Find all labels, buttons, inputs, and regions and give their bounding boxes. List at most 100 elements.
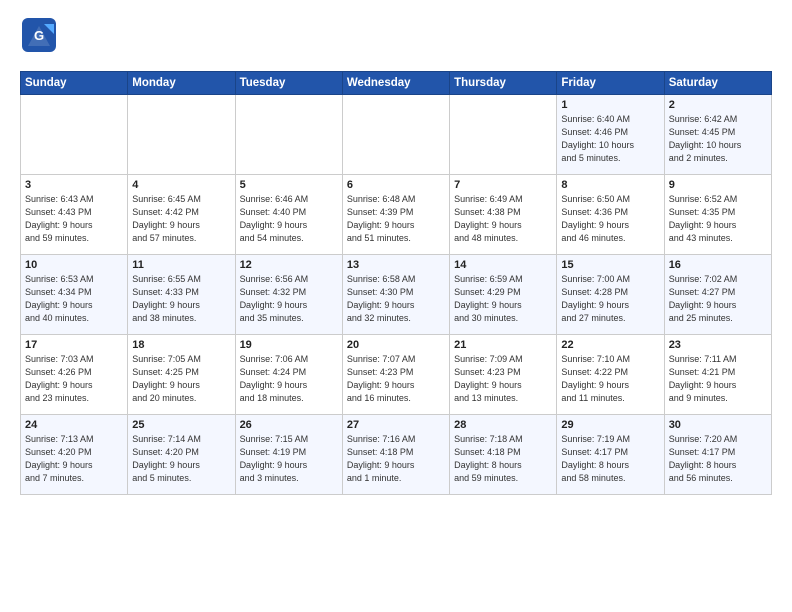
day-number: 13: [347, 259, 445, 271]
calendar-week-5: 24 Sunrise: 7:13 AM Sunset: 4:20 PM Dayli…: [21, 415, 772, 495]
day-header-tuesday: Tuesday: [235, 72, 342, 95]
calendar-cell: 4 Sunrise: 6:45 AM Sunset: 4:42 PM Daylig…: [128, 175, 235, 255]
day-number: 12: [240, 259, 338, 271]
calendar-week-1: 1 Sunrise: 6:40 AM Sunset: 4:46 PM Daylig…: [21, 95, 772, 175]
day-info: Sunrise: 7:14 AM Sunset: 4:20 PM Dayligh…: [132, 433, 230, 485]
day-info: Sunrise: 6:46 AM Sunset: 4:40 PM Dayligh…: [240, 193, 338, 245]
day-info: Sunrise: 7:15 AM Sunset: 4:19 PM Dayligh…: [240, 433, 338, 485]
calendar-cell: [21, 95, 128, 175]
calendar-cell: 19 Sunrise: 7:06 AM Sunset: 4:24 PM Dayli…: [235, 335, 342, 415]
calendar-cell: 18Sunrise: 7:05 AM Sunset: 4:25 PM Dayli…: [128, 335, 235, 415]
day-number: 20: [347, 339, 445, 351]
day-header-sunday: Sunday: [21, 72, 128, 95]
day-info: Sunrise: 7:02 AM Sunset: 4:27 PM Dayligh…: [669, 273, 767, 325]
day-number: 8: [561, 179, 659, 191]
calendar-cell: 12 Sunrise: 6:56 AM Sunset: 4:32 PM Dayli…: [235, 255, 342, 335]
day-info: Sunrise: 7:07 AM Sunset: 4:23 PM Dayligh…: [347, 353, 445, 405]
calendar-cell: [342, 95, 449, 175]
calendar-cell: [235, 95, 342, 175]
day-info: Sunrise: 6:53 AM Sunset: 4:34 PM Dayligh…: [25, 273, 123, 325]
calendar-cell: 24 Sunrise: 7:13 AM Sunset: 4:20 PM Dayli…: [21, 415, 128, 495]
calendar-cell: 5 Sunrise: 6:46 AM Sunset: 4:40 PM Daylig…: [235, 175, 342, 255]
day-header-monday: Monday: [128, 72, 235, 95]
day-number: 11: [132, 259, 230, 271]
day-header-wednesday: Wednesday: [342, 72, 449, 95]
svg-text:G: G: [34, 28, 44, 43]
day-info: Sunrise: 6:40 AM Sunset: 4:46 PM Dayligh…: [561, 113, 659, 165]
calendar-week-4: 17 Sunrise: 7:03 AM Sunset: 4:26 PM Dayli…: [21, 335, 772, 415]
calendar-cell: [128, 95, 235, 175]
calendar-cell: 3 Sunrise: 6:43 AM Sunset: 4:43 PM Daylig…: [21, 175, 128, 255]
day-header-friday: Friday: [557, 72, 664, 95]
day-info: Sunrise: 6:45 AM Sunset: 4:42 PM Dayligh…: [132, 193, 230, 245]
day-info: Sunrise: 7:18 AM Sunset: 4:18 PM Dayligh…: [454, 433, 552, 485]
calendar-cell: 2 Sunrise: 6:42 AM Sunset: 4:45 PM Daylig…: [664, 95, 771, 175]
day-info: Sunrise: 6:49 AM Sunset: 4:38 PM Dayligh…: [454, 193, 552, 245]
day-number: 4: [132, 179, 230, 191]
calendar-cell: 10 Sunrise: 6:53 AM Sunset: 4:34 PM Dayli…: [21, 255, 128, 335]
day-info: Sunrise: 7:06 AM Sunset: 4:24 PM Dayligh…: [240, 353, 338, 405]
day-info: Sunrise: 6:42 AM Sunset: 4:45 PM Dayligh…: [669, 113, 767, 165]
day-header-thursday: Thursday: [450, 72, 557, 95]
day-header-saturday: Saturday: [664, 72, 771, 95]
day-number: 30: [669, 419, 767, 431]
logo-icon: G: [20, 16, 58, 54]
calendar-cell: 16Sunrise: 7:02 AM Sunset: 4:27 PM Dayli…: [664, 255, 771, 335]
day-number: 29: [561, 419, 659, 431]
calendar-week-3: 10 Sunrise: 6:53 AM Sunset: 4:34 PM Dayli…: [21, 255, 772, 335]
day-number: 10: [25, 259, 123, 271]
day-info: Sunrise: 7:20 AM Sunset: 4:17 PM Dayligh…: [669, 433, 767, 485]
calendar-cell: 26 Sunrise: 7:15 AM Sunset: 4:19 PM Dayli…: [235, 415, 342, 495]
day-info: Sunrise: 6:48 AM Sunset: 4:39 PM Dayligh…: [347, 193, 445, 245]
day-number: 15: [561, 259, 659, 271]
day-info: Sunrise: 7:19 AM Sunset: 4:17 PM Dayligh…: [561, 433, 659, 485]
day-number: 25: [132, 419, 230, 431]
calendar-cell: 27 Sunrise: 7:16 AM Sunset: 4:18 PM Dayli…: [342, 415, 449, 495]
day-info: Sunrise: 6:52 AM Sunset: 4:35 PM Dayligh…: [669, 193, 767, 245]
calendar-cell: 15 Sunrise: 7:00 AM Sunset: 4:28 PM Dayli…: [557, 255, 664, 335]
day-number: 19: [240, 339, 338, 351]
logo: G: [20, 16, 62, 59]
day-info: Sunrise: 6:58 AM Sunset: 4:30 PM Dayligh…: [347, 273, 445, 325]
day-number: 22: [561, 339, 659, 351]
day-number: 6: [347, 179, 445, 191]
day-info: Sunrise: 7:00 AM Sunset: 4:28 PM Dayligh…: [561, 273, 659, 325]
calendar-cell: 8Sunrise: 6:50 AM Sunset: 4:36 PM Daylig…: [557, 175, 664, 255]
day-info: Sunrise: 6:56 AM Sunset: 4:32 PM Dayligh…: [240, 273, 338, 325]
day-number: 21: [454, 339, 552, 351]
day-number: 17: [25, 339, 123, 351]
day-number: 28: [454, 419, 552, 431]
day-info: Sunrise: 7:03 AM Sunset: 4:26 PM Dayligh…: [25, 353, 123, 405]
day-number: 5: [240, 179, 338, 191]
day-number: 9: [669, 179, 767, 191]
calendar-week-2: 3 Sunrise: 6:43 AM Sunset: 4:43 PM Daylig…: [21, 175, 772, 255]
calendar-cell: 22 Sunrise: 7:10 AM Sunset: 4:22 PM Dayli…: [557, 335, 664, 415]
calendar-cell: 23 Sunrise: 7:11 AM Sunset: 4:21 PM Dayli…: [664, 335, 771, 415]
day-info: Sunrise: 7:13 AM Sunset: 4:20 PM Dayligh…: [25, 433, 123, 485]
day-number: 7: [454, 179, 552, 191]
day-info: Sunrise: 6:59 AM Sunset: 4:29 PM Dayligh…: [454, 273, 552, 325]
calendar-cell: 1 Sunrise: 6:40 AM Sunset: 4:46 PM Daylig…: [557, 95, 664, 175]
day-number: 2: [669, 99, 767, 111]
calendar-table: SundayMondayTuesdayWednesdayThursdayFrid…: [20, 71, 772, 495]
day-number: 24: [25, 419, 123, 431]
day-number: 1: [561, 99, 659, 111]
calendar-cell: 9 Sunrise: 6:52 AM Sunset: 4:35 PM Daylig…: [664, 175, 771, 255]
day-number: 3: [25, 179, 123, 191]
calendar-cell: 29 Sunrise: 7:19 AM Sunset: 4:17 PM Dayli…: [557, 415, 664, 495]
page-header: G: [20, 16, 772, 59]
calendar-cell: 21Sunrise: 7:09 AM Sunset: 4:23 PM Dayli…: [450, 335, 557, 415]
day-info: Sunrise: 7:05 AM Sunset: 4:25 PM Dayligh…: [132, 353, 230, 405]
day-info: Sunrise: 6:43 AM Sunset: 4:43 PM Dayligh…: [25, 193, 123, 245]
day-number: 27: [347, 419, 445, 431]
calendar-cell: 11Sunrise: 6:55 AM Sunset: 4:33 PM Dayli…: [128, 255, 235, 335]
calendar-cell: 17 Sunrise: 7:03 AM Sunset: 4:26 PM Dayli…: [21, 335, 128, 415]
calendar-header-row: SundayMondayTuesdayWednesdayThursdayFrid…: [21, 72, 772, 95]
day-info: Sunrise: 7:16 AM Sunset: 4:18 PM Dayligh…: [347, 433, 445, 485]
calendar-cell: 14Sunrise: 6:59 AM Sunset: 4:29 PM Dayli…: [450, 255, 557, 335]
day-info: Sunrise: 7:10 AM Sunset: 4:22 PM Dayligh…: [561, 353, 659, 405]
calendar-cell: [450, 95, 557, 175]
day-info: Sunrise: 7:11 AM Sunset: 4:21 PM Dayligh…: [669, 353, 767, 405]
day-number: 26: [240, 419, 338, 431]
day-number: 23: [669, 339, 767, 351]
